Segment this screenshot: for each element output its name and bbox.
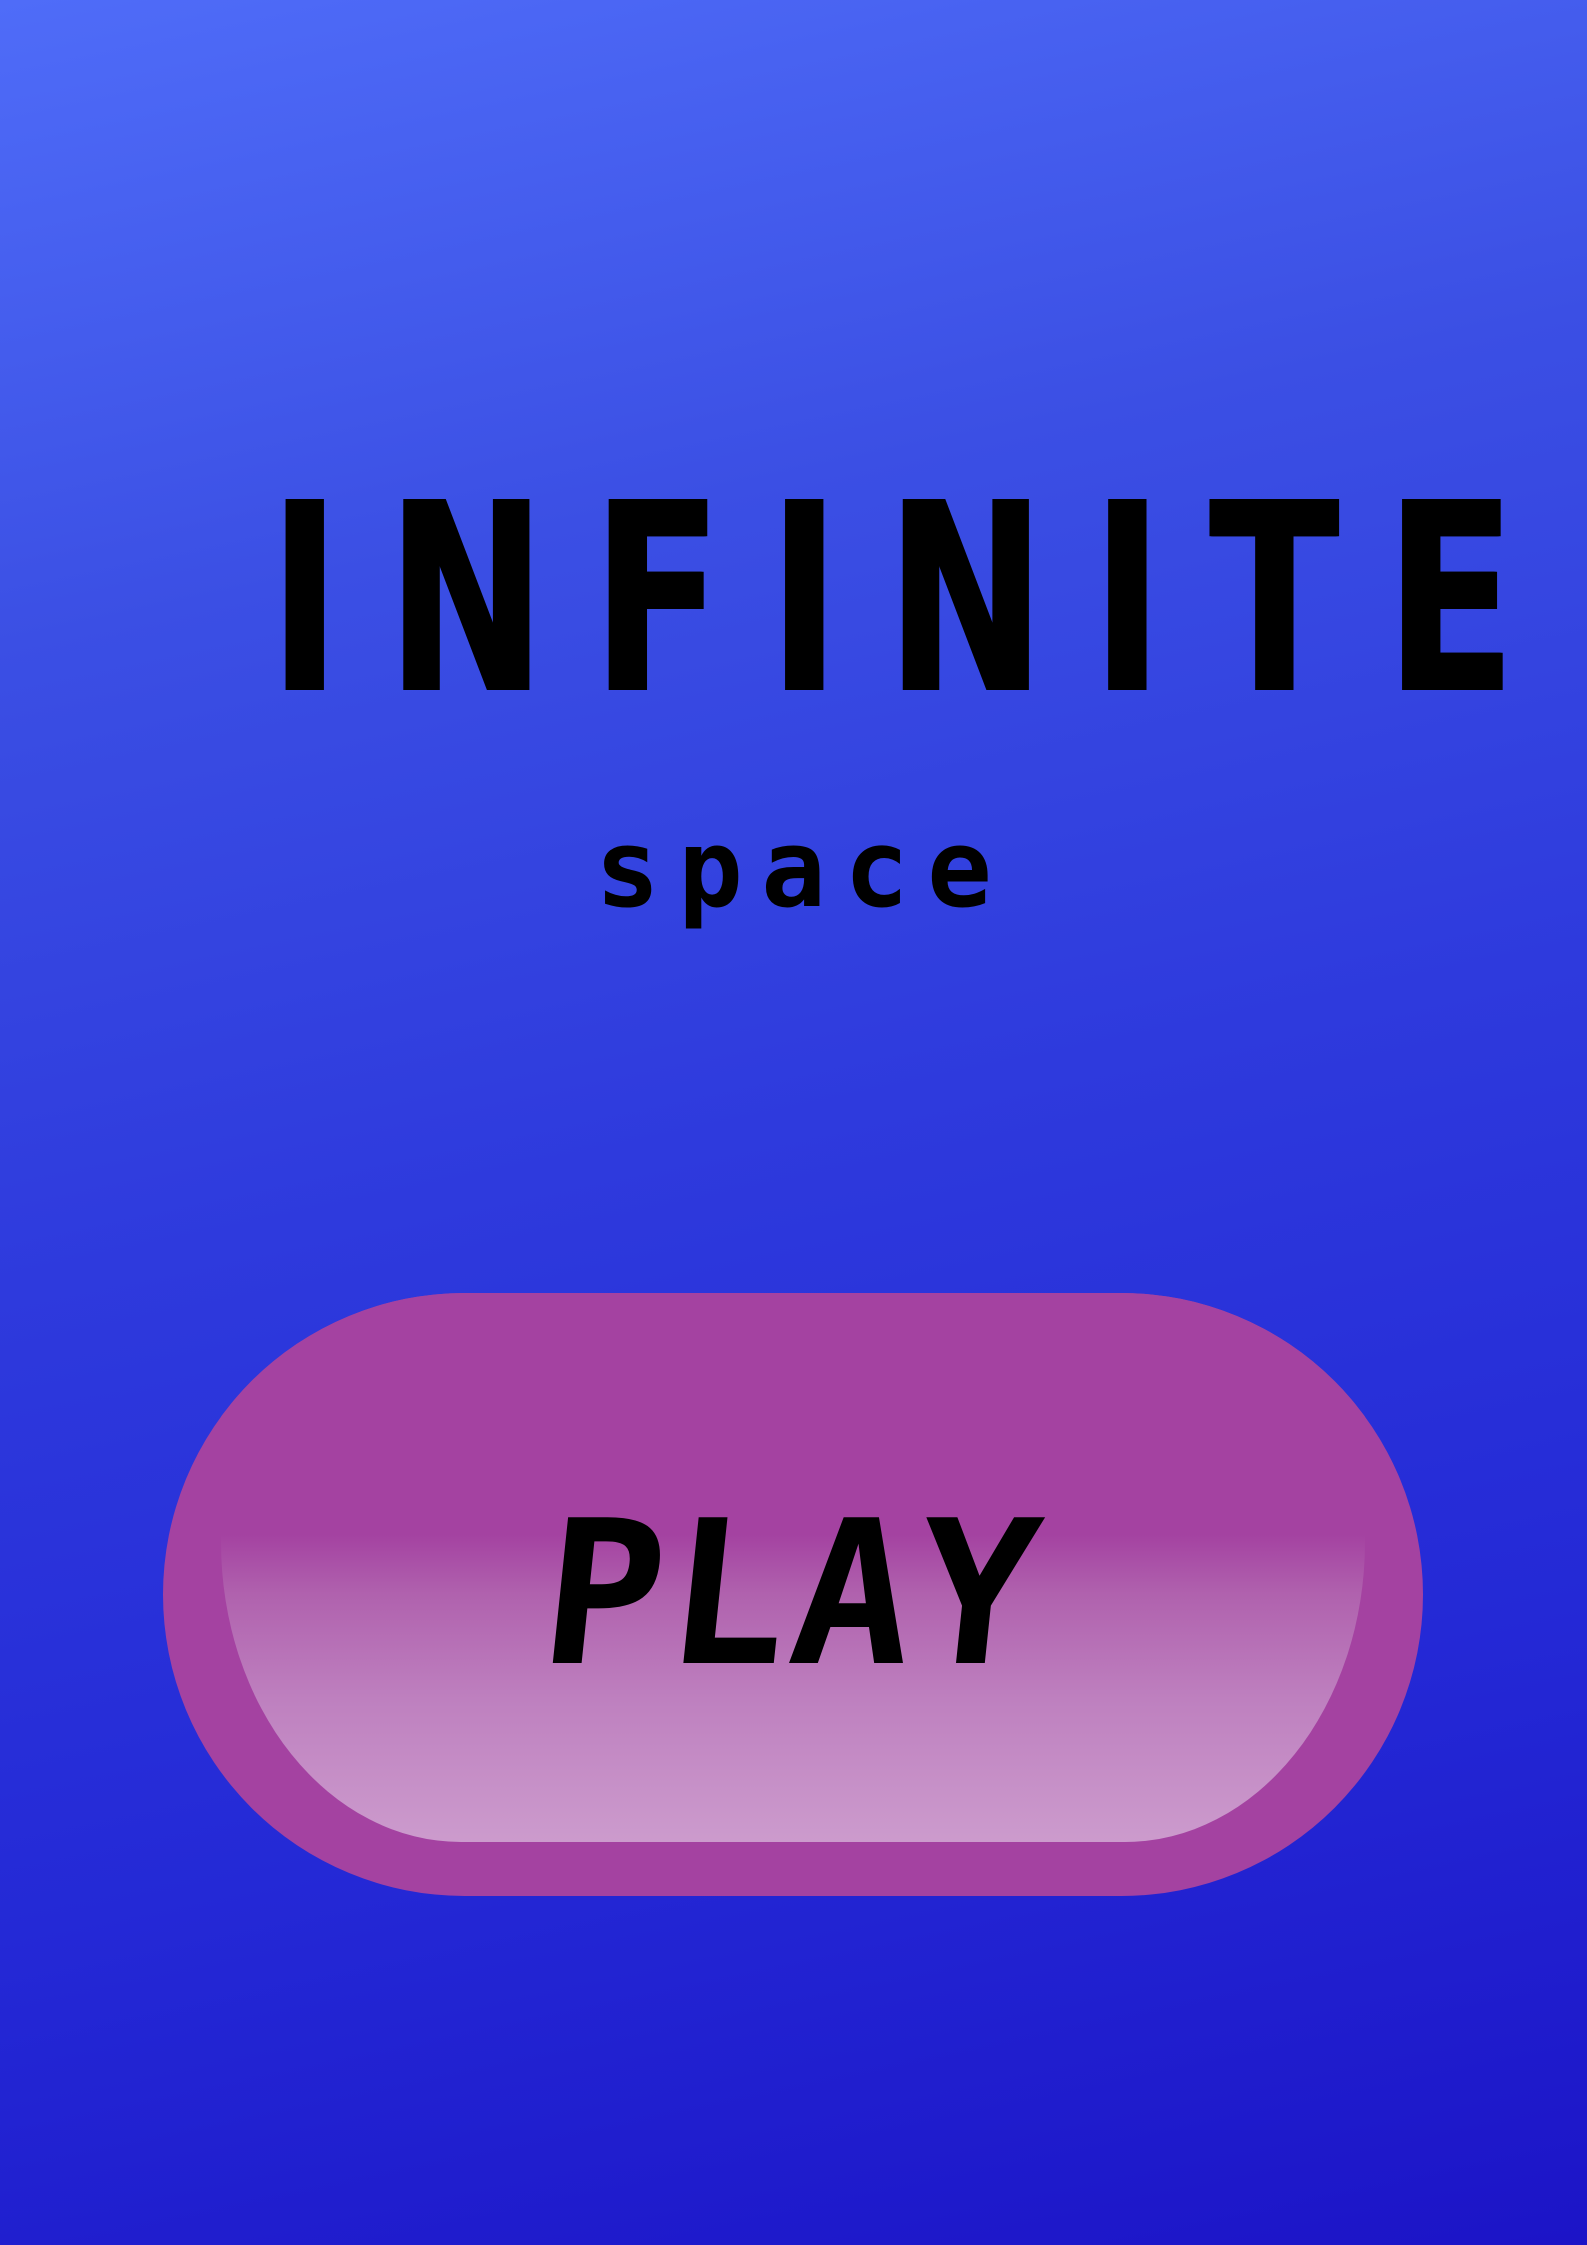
play-button[interactable]: PLAY — [163, 1293, 1423, 1896]
game-subtitle: space — [594, 807, 1011, 932]
game-title: INFINITE — [269, 447, 1563, 752]
play-button-label: PLAY — [531, 1478, 1055, 1711]
title-screen: INFINITE space PLAY — [0, 0, 1587, 2245]
